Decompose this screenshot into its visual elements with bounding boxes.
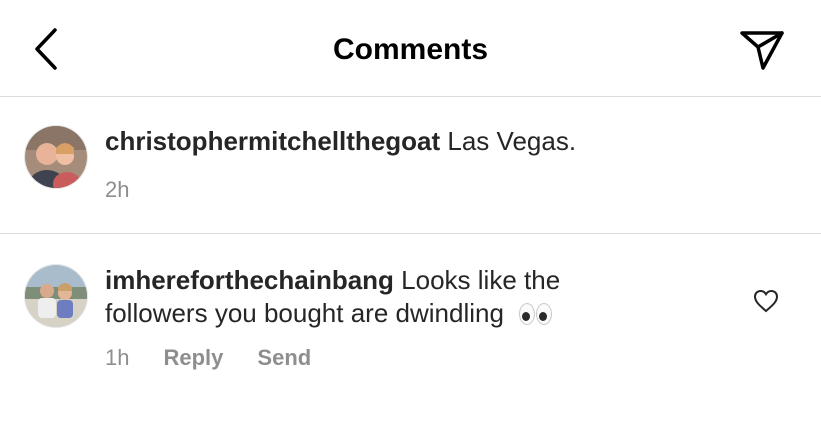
heart-icon [753,289,779,313]
caption-username[interactable]: christophermitchellthegoat [105,126,440,156]
caption-body: Las Vegas. [447,126,577,156]
caption-text: christophermitchellthegoat Las Vegas. [105,125,805,158]
timestamp: 2h [105,177,130,202]
avatar[interactable] [24,125,88,189]
avatar[interactable] [24,264,88,328]
send-button[interactable]: Send [257,345,311,371]
timestamp: 1h [105,345,130,370]
caption-meta: 2h [105,177,129,203]
reply-button[interactable]: Reply [163,345,223,371]
comment-meta: 1h Reply Send [105,345,345,371]
paper-plane-icon [740,31,784,70]
comment-text: imhereforthechainbang Looks like the fol… [105,264,665,330]
share-button[interactable] [738,27,786,73]
comment-username[interactable]: imhereforthechainbang [105,265,394,295]
header-bar: Comments [0,0,821,97]
page-title: Comments [332,33,489,66]
like-button[interactable] [752,288,780,314]
comment-row: imhereforthechainbang Looks like the fol… [0,234,821,394]
eyes-emoji-icon [519,303,553,325]
post-caption: christophermitchellthegoat Las Vegas. 2h [0,97,821,234]
